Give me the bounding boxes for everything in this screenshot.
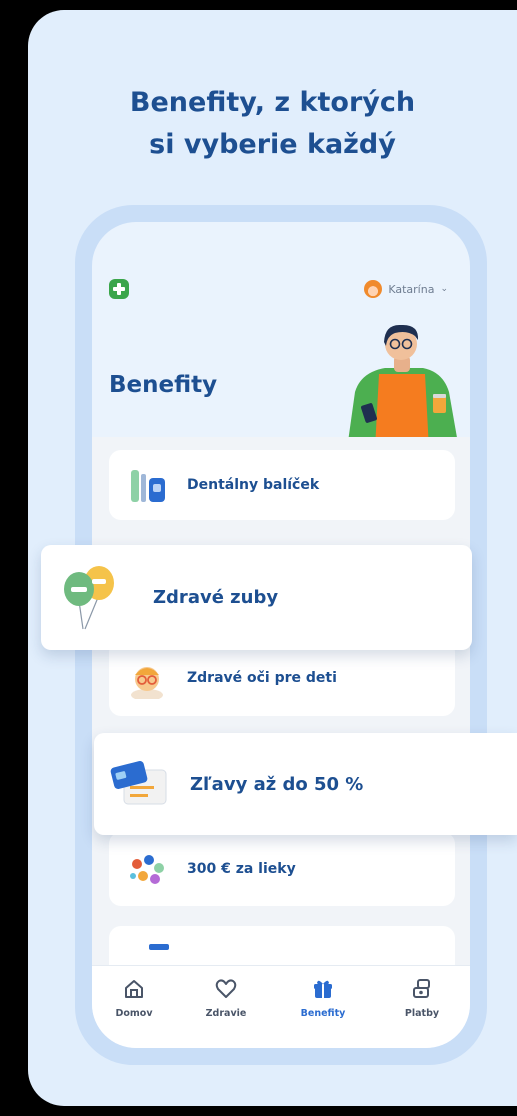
nav-payments-label: Platby [404, 1008, 440, 1019]
list-item-medicine-allowance[interactable]: 300 € za lieky [109, 832, 455, 906]
avatar [364, 280, 383, 298]
list-item-healthy-eyes-kids[interactable]: Zdravé oči pre deti [109, 640, 455, 716]
home-icon [99, 976, 169, 1002]
user-menu[interactable]: Katarína ⌄ [364, 278, 448, 300]
discount-card-icon [110, 756, 170, 812]
user-name: Katarína [388, 282, 435, 296]
list-item-label: Dentálny balíček [187, 477, 320, 493]
payments-icon [387, 976, 457, 1002]
person-with-coffee-illustration [347, 324, 459, 449]
heart-icon [191, 976, 261, 1002]
floating-card-label: Zľavy až do 50 % [190, 773, 364, 795]
nav-benefits[interactable]: Benefity [288, 976, 358, 1019]
floating-card-discounts[interactable]: Zľavy až do 50 % [94, 733, 517, 835]
floating-card-healthy-teeth[interactable]: Zdravé zuby [41, 545, 472, 650]
nav-health-label: Zdravie [205, 1008, 247, 1019]
promo-headline-line1: Benefity, z ktorých [129, 87, 416, 118]
promo-headline: Benefity, z ktorých si vyberie každý [28, 82, 517, 166]
promo-headline-line2: si vyberie každý [149, 129, 396, 160]
list-item-label: 300 € za lieky [187, 861, 296, 877]
balloons-icon [59, 563, 119, 633]
list-item-label: Zdravé oči pre deti [187, 670, 337, 686]
bottom-nav: Domov Zdravie Benefity Platby [92, 965, 470, 1048]
card-icon [149, 944, 169, 950]
nav-home-label: Domov [115, 1008, 153, 1019]
dental-kit-icon [123, 464, 171, 506]
app-logo-icon[interactable] [109, 279, 129, 299]
nav-payments[interactable]: Platby [387, 976, 457, 1019]
nav-health[interactable]: Zdravie [191, 976, 261, 1019]
nav-home[interactable]: Domov [99, 976, 169, 1019]
page-title: Benefity [109, 372, 218, 398]
chevron-down-icon: ⌄ [440, 284, 448, 294]
list-item-dental-package[interactable]: Dentálny balíček [109, 450, 455, 520]
gift-icon [288, 976, 358, 1002]
pills-icon [123, 848, 171, 890]
nav-benefits-label: Benefity [300, 1008, 346, 1019]
floating-card-label: Zdravé zuby [153, 587, 279, 608]
child-with-glasses-icon [123, 657, 171, 701]
